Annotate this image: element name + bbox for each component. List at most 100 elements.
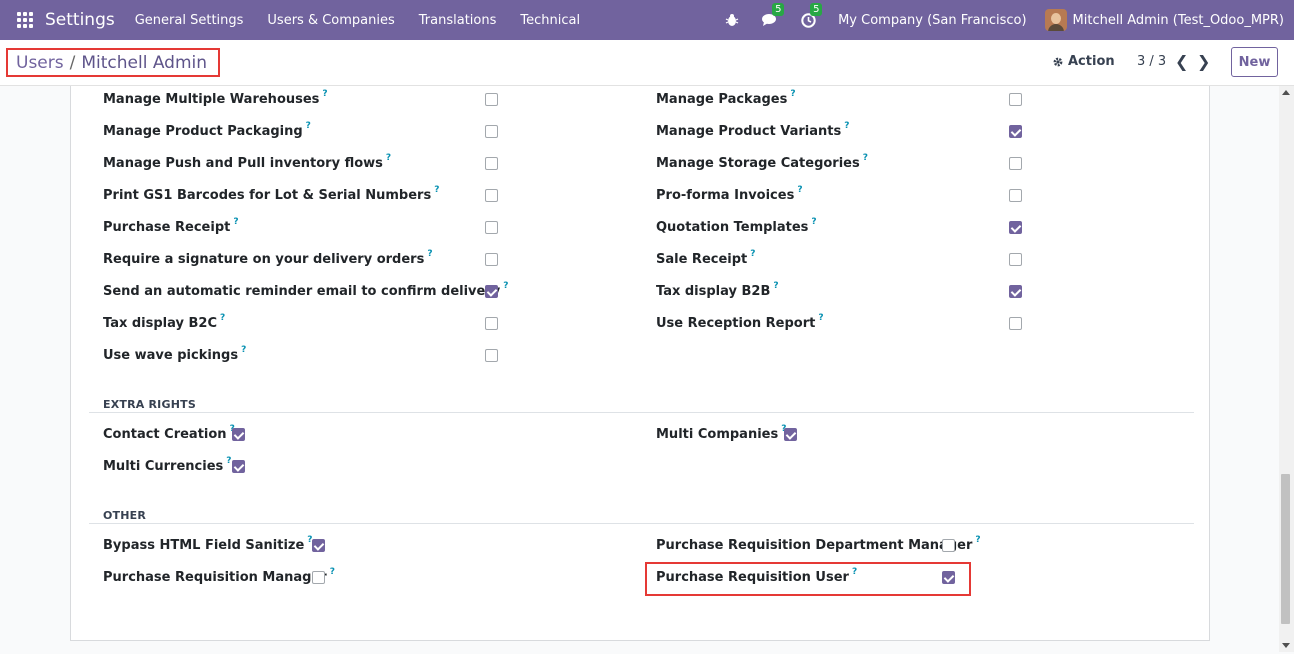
- checkbox-manage-product-packaging[interactable]: [485, 125, 498, 138]
- control-panel: Users / Mitchell Admin Action 3 / 3 ❮ ❯ …: [0, 40, 1294, 86]
- help-tooltip-icon[interactable]: ?: [322, 89, 327, 99]
- help-tooltip-icon[interactable]: ?: [844, 121, 849, 131]
- activity-clock-icon[interactable]: 5: [800, 3, 823, 28]
- help-tooltip-icon[interactable]: ?: [818, 313, 823, 323]
- menu-general-settings[interactable]: General Settings: [135, 13, 244, 28]
- setting-label: Multi Companies: [656, 426, 779, 442]
- checkbox-purchase-receipt[interactable]: [485, 221, 498, 234]
- scroll-up-arrow-icon[interactable]: [1282, 90, 1290, 95]
- setting-row-purchase-receipt: Purchase Receipt?: [103, 217, 239, 237]
- setting-row-manage-product-variants: Manage Product Variants?: [656, 121, 849, 141]
- checkbox-manage-product-variants[interactable]: [1009, 125, 1022, 138]
- setting-label: Manage Product Packaging: [103, 123, 303, 139]
- company-switcher[interactable]: My Company (San Francisco): [838, 13, 1026, 28]
- checkbox-purchase-requisition-department-manager[interactable]: [942, 539, 955, 552]
- setting-row-manage-product-packaging: Manage Product Packaging?: [103, 121, 311, 141]
- help-tooltip-icon[interactable]: ?: [852, 567, 857, 577]
- vertical-scrollbar[interactable]: [1279, 86, 1294, 652]
- checkbox-bypass-html-field-sanitize[interactable]: [312, 539, 325, 552]
- help-tooltip-icon[interactable]: ?: [797, 185, 802, 195]
- setting-row-manage-storage-categories: Manage Storage Categories?: [656, 153, 868, 173]
- setting-label: Purchase Receipt: [103, 219, 231, 235]
- checkbox-tax-display-b2b[interactable]: [1009, 285, 1022, 298]
- checkbox-pro-forma-invoices[interactable]: [1009, 189, 1022, 202]
- setting-label: Manage Multiple Warehouses: [103, 91, 320, 107]
- user-menu[interactable]: Mitchell Admin (Test_Odoo_MPR): [1073, 13, 1284, 28]
- setting-row-purchase-requisition-manager: Purchase Requisition Manager?: [103, 567, 335, 587]
- checkbox-sale-receipt[interactable]: [1009, 253, 1022, 266]
- pager-previous-icon[interactable]: ❮: [1175, 52, 1188, 71]
- setting-label: Send an automatic reminder email to conf…: [103, 283, 501, 299]
- help-tooltip-icon[interactable]: ?: [386, 153, 391, 163]
- setting-label: Print GS1 Barcodes for Lot & Serial Numb…: [103, 187, 432, 203]
- chat-icon[interactable]: 5: [762, 3, 785, 28]
- top-navbar: Settings General Settings Users & Compan…: [0, 0, 1294, 40]
- user-avatar[interactable]: [1044, 9, 1067, 31]
- chat-count-badge: 5: [772, 3, 785, 16]
- app-brand[interactable]: Settings: [45, 10, 115, 30]
- breadcrumb: Users / Mitchell Admin: [6, 48, 220, 77]
- setting-label: Require a signature on your delivery ord…: [103, 251, 425, 267]
- checkbox-manage-multiple-warehouses[interactable]: [485, 93, 498, 106]
- help-tooltip-icon[interactable]: ?: [241, 345, 246, 355]
- setting-label: Purchase Requisition Manager: [103, 569, 327, 585]
- apps-menu-icon[interactable]: [17, 12, 33, 28]
- setting-row-multi-currencies: Multi Currencies?: [103, 456, 231, 476]
- menu-translations[interactable]: Translations: [419, 13, 497, 28]
- checkbox-purchase-requisition-manager[interactable]: [312, 571, 325, 584]
- setting-row-purchase-requisition-user: Purchase Requisition User?: [656, 567, 857, 587]
- breadcrumb-users-link[interactable]: Users: [16, 53, 64, 73]
- checkbox-multi-companies[interactable]: [784, 428, 797, 441]
- checkbox-require-a-signature-on-your-delivery-orders[interactable]: [485, 253, 498, 266]
- checkbox-use-wave-pickings[interactable]: [485, 349, 498, 362]
- checkbox-send-an-automatic-reminder-email-to-confirm-delivery[interactable]: [485, 285, 498, 298]
- help-tooltip-icon[interactable]: ?: [434, 185, 439, 195]
- help-tooltip-icon[interactable]: ?: [220, 313, 225, 323]
- section-divider: [89, 412, 1194, 413]
- setting-label: Purchase Requisition Department Manager: [656, 537, 973, 553]
- help-tooltip-icon[interactable]: ?: [811, 217, 816, 227]
- action-menu-button[interactable]: Action: [1052, 54, 1115, 69]
- help-tooltip-icon[interactable]: ?: [306, 121, 311, 131]
- help-tooltip-icon[interactable]: ?: [330, 567, 335, 577]
- checkbox-contact-creation[interactable]: [232, 428, 245, 441]
- help-tooltip-icon[interactable]: ?: [773, 281, 778, 291]
- setting-label: Manage Push and Pull inventory flows: [103, 155, 383, 171]
- scroll-thumb[interactable]: [1281, 474, 1290, 624]
- help-tooltip-icon[interactable]: ?: [975, 535, 980, 545]
- help-tooltip-icon[interactable]: ?: [503, 281, 508, 291]
- setting-row-quotation-templates: Quotation Templates?: [656, 217, 817, 237]
- new-record-button[interactable]: New: [1231, 47, 1278, 77]
- help-tooltip-icon[interactable]: ?: [790, 89, 795, 99]
- setting-row-purchase-requisition-department-manager: Purchase Requisition Department Manager?: [656, 535, 981, 555]
- checkbox-quotation-templates[interactable]: [1009, 221, 1022, 234]
- setting-row-send-an-automatic-reminder-email-to-confirm-delivery: Send an automatic reminder email to conf…: [103, 281, 508, 301]
- pager-value[interactable]: 3 / 3: [1137, 54, 1166, 69]
- checkbox-tax-display-b2c[interactable]: [485, 317, 498, 330]
- setting-row-tax-display-b2b: Tax display B2B?: [656, 281, 779, 301]
- setting-label: Manage Storage Categories: [656, 155, 860, 171]
- breadcrumb-separator: /: [69, 52, 76, 73]
- setting-row-multi-companies: Multi Companies?: [656, 424, 786, 444]
- checkbox-use-reception-report[interactable]: [1009, 317, 1022, 330]
- checkbox-manage-storage-categories[interactable]: [1009, 157, 1022, 170]
- section-title-other: OTHER: [103, 509, 147, 522]
- checkbox-purchase-requisition-user[interactable]: [942, 571, 955, 584]
- setting-label: Pro-forma Invoices: [656, 187, 795, 203]
- help-tooltip-icon[interactable]: ?: [863, 153, 868, 163]
- section-divider: [89, 523, 1194, 524]
- help-tooltip-icon[interactable]: ?: [233, 217, 238, 227]
- checkbox-manage-packages[interactable]: [1009, 93, 1022, 106]
- checkbox-print-gs1-barcodes-for-lot-serial-numbers[interactable]: [485, 189, 498, 202]
- menu-users-companies[interactable]: Users & Companies: [267, 13, 394, 28]
- help-tooltip-icon[interactable]: ?: [750, 249, 755, 259]
- checkbox-multi-currencies[interactable]: [232, 460, 245, 473]
- pager-next-icon[interactable]: ❯: [1197, 52, 1210, 71]
- checkbox-manage-push-and-pull-inventory-flows[interactable]: [485, 157, 498, 170]
- setting-row-contact-creation: Contact Creation?: [103, 424, 235, 444]
- scroll-down-arrow-icon[interactable]: [1282, 643, 1290, 648]
- menu-technical[interactable]: Technical: [520, 13, 580, 28]
- help-tooltip-icon[interactable]: ?: [226, 456, 231, 466]
- debug-bug-icon[interactable]: [724, 12, 740, 28]
- help-tooltip-icon[interactable]: ?: [427, 249, 432, 259]
